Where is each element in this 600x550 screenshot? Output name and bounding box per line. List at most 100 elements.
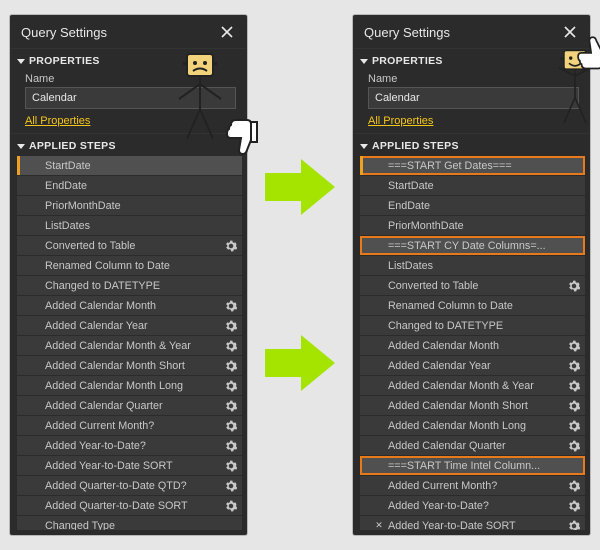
applied-step[interactable]: Added Calendar Quarter xyxy=(360,436,585,455)
step-label: Added Calendar Month Long xyxy=(45,380,220,392)
step-label: EndDate xyxy=(388,200,581,212)
gear-icon[interactable] xyxy=(567,519,581,531)
applied-step[interactable]: Renamed Column to Date xyxy=(360,296,585,315)
applied-step[interactable]: Converted to Table xyxy=(360,276,585,295)
applied-step[interactable]: Added Quarter-to-Date QTD? xyxy=(17,476,242,495)
applied-step[interactable]: Added Calendar Month xyxy=(17,296,242,315)
section-title-properties: PROPERTIES xyxy=(29,55,100,67)
step-label: Changed to DATETYPE xyxy=(45,280,238,292)
gear-icon[interactable] xyxy=(567,419,581,433)
step-label: Added Calendar Quarter xyxy=(388,440,563,452)
gear-icon[interactable] xyxy=(567,379,581,393)
applied-step[interactable]: Added Calendar Month & Year xyxy=(360,376,585,395)
gear-icon[interactable] xyxy=(224,439,238,453)
all-properties-link[interactable]: All Properties xyxy=(368,115,433,127)
applied-step-separator[interactable]: ===START CY Date Columns=... xyxy=(360,236,585,255)
gear-icon[interactable] xyxy=(224,399,238,413)
applied-step[interactable]: Added Year-to-Date SORT xyxy=(17,456,242,475)
applied-step[interactable]: Added Calendar Quarter xyxy=(17,396,242,415)
step-label: Changed to DATETYPE xyxy=(388,320,581,332)
gear-icon[interactable] xyxy=(224,299,238,313)
gear-icon[interactable] xyxy=(224,319,238,333)
properties-block: Name All Properties xyxy=(354,69,589,134)
step-label: Converted to Table xyxy=(45,240,220,252)
all-properties-link[interactable]: All Properties xyxy=(25,115,90,127)
gear-icon[interactable] xyxy=(567,479,581,493)
applied-step[interactable]: Added Quarter-to-Date SORT xyxy=(17,496,242,515)
applied-step[interactable]: Added Calendar Month Long xyxy=(360,416,585,435)
applied-step[interactable]: StartDate xyxy=(17,156,242,175)
section-header-properties[interactable]: PROPERTIES xyxy=(354,49,589,69)
step-label: ===START CY Date Columns=... xyxy=(388,240,581,252)
step-label: Added Current Month? xyxy=(45,420,220,432)
step-label: ListDates xyxy=(388,260,581,272)
applied-step[interactable]: PriorMonthDate xyxy=(17,196,242,215)
applied-step[interactable]: Added Year-to-Date? xyxy=(360,496,585,515)
applied-step[interactable]: Changed to DATETYPE xyxy=(17,276,242,295)
applied-step[interactable]: StartDate xyxy=(360,176,585,195)
gear-icon[interactable] xyxy=(224,359,238,373)
applied-step[interactable]: Added Year-to-Date? xyxy=(17,436,242,455)
applied-step[interactable]: EndDate xyxy=(17,176,242,195)
gear-icon[interactable] xyxy=(567,279,581,293)
arrow-right-icon xyxy=(265,159,335,215)
name-label: Name xyxy=(368,73,579,85)
applied-step[interactable]: Renamed Column to Date xyxy=(17,256,242,275)
step-label: Renamed Column to Date xyxy=(45,260,238,272)
gear-icon[interactable] xyxy=(567,439,581,453)
name-input[interactable] xyxy=(25,87,236,109)
applied-step[interactable]: PriorMonthDate xyxy=(360,216,585,235)
section-header-applied-steps[interactable]: APPLIED STEPS xyxy=(354,134,589,154)
step-label: ListDates xyxy=(45,220,238,232)
applied-step[interactable]: Added Current Month? xyxy=(360,476,585,495)
section-header-applied-steps[interactable]: APPLIED STEPS xyxy=(11,134,246,154)
close-icon[interactable] xyxy=(561,23,579,41)
name-input[interactable] xyxy=(368,87,579,109)
applied-step[interactable]: Added Calendar Month Short xyxy=(17,356,242,375)
gear-icon[interactable] xyxy=(224,499,238,513)
gear-icon[interactable] xyxy=(224,239,238,253)
applied-step[interactable]: Added Calendar Year xyxy=(360,356,585,375)
applied-step[interactable]: Added Calendar Month Short xyxy=(360,396,585,415)
applied-step-separator[interactable]: ===START Get Dates=== xyxy=(360,156,585,175)
applied-step[interactable]: Added Current Month? xyxy=(17,416,242,435)
applied-step[interactable]: ListDates xyxy=(17,216,242,235)
step-label: Added Calendar Year xyxy=(45,320,220,332)
caret-down-icon xyxy=(17,144,25,149)
applied-step[interactable]: Added Calendar Month xyxy=(360,336,585,355)
step-label: Added Quarter-to-Date SORT xyxy=(45,500,220,512)
gear-icon[interactable] xyxy=(567,339,581,353)
applied-step[interactable]: Converted to Table xyxy=(17,236,242,255)
gear-icon[interactable] xyxy=(224,379,238,393)
applied-step-separator[interactable]: ===START Time Intel Column... xyxy=(360,456,585,475)
applied-step[interactable]: Added Calendar Year xyxy=(17,316,242,335)
step-label: Added Year-to-Date SORT xyxy=(45,460,220,472)
gear-icon[interactable] xyxy=(567,499,581,513)
gear-icon[interactable] xyxy=(224,479,238,493)
gear-icon[interactable] xyxy=(224,419,238,433)
applied-step[interactable]: Changed Type xyxy=(17,516,242,530)
applied-step[interactable]: Added Calendar Month Long xyxy=(17,376,242,395)
step-label: Added Calendar Month Short xyxy=(388,400,563,412)
applied-step[interactable]: Changed to DATETYPE xyxy=(360,316,585,335)
step-label: Changed Type xyxy=(45,520,238,531)
step-label: StartDate xyxy=(45,160,238,172)
applied-step[interactable]: ListDates xyxy=(360,256,585,275)
gear-icon[interactable] xyxy=(224,459,238,473)
applied-step[interactable]: Added Calendar Month & Year xyxy=(17,336,242,355)
section-header-properties[interactable]: PROPERTIES xyxy=(11,49,246,69)
step-label: Added Calendar Month Long xyxy=(388,420,563,432)
gear-icon[interactable] xyxy=(567,359,581,373)
titlebar: Query Settings xyxy=(11,16,246,49)
caret-down-icon xyxy=(17,59,25,64)
section-title-properties: PROPERTIES xyxy=(372,55,443,67)
applied-step[interactable]: ✕Added Year-to-Date SORT xyxy=(360,516,585,530)
applied-step[interactable]: EndDate xyxy=(360,196,585,215)
name-label: Name xyxy=(25,73,236,85)
step-label: Added Calendar Year xyxy=(388,360,563,372)
step-delete-icon[interactable]: ✕ xyxy=(374,520,384,530)
close-icon[interactable] xyxy=(218,23,236,41)
gear-icon[interactable] xyxy=(224,339,238,353)
gear-icon[interactable] xyxy=(567,399,581,413)
step-label: Added Quarter-to-Date QTD? xyxy=(45,480,220,492)
